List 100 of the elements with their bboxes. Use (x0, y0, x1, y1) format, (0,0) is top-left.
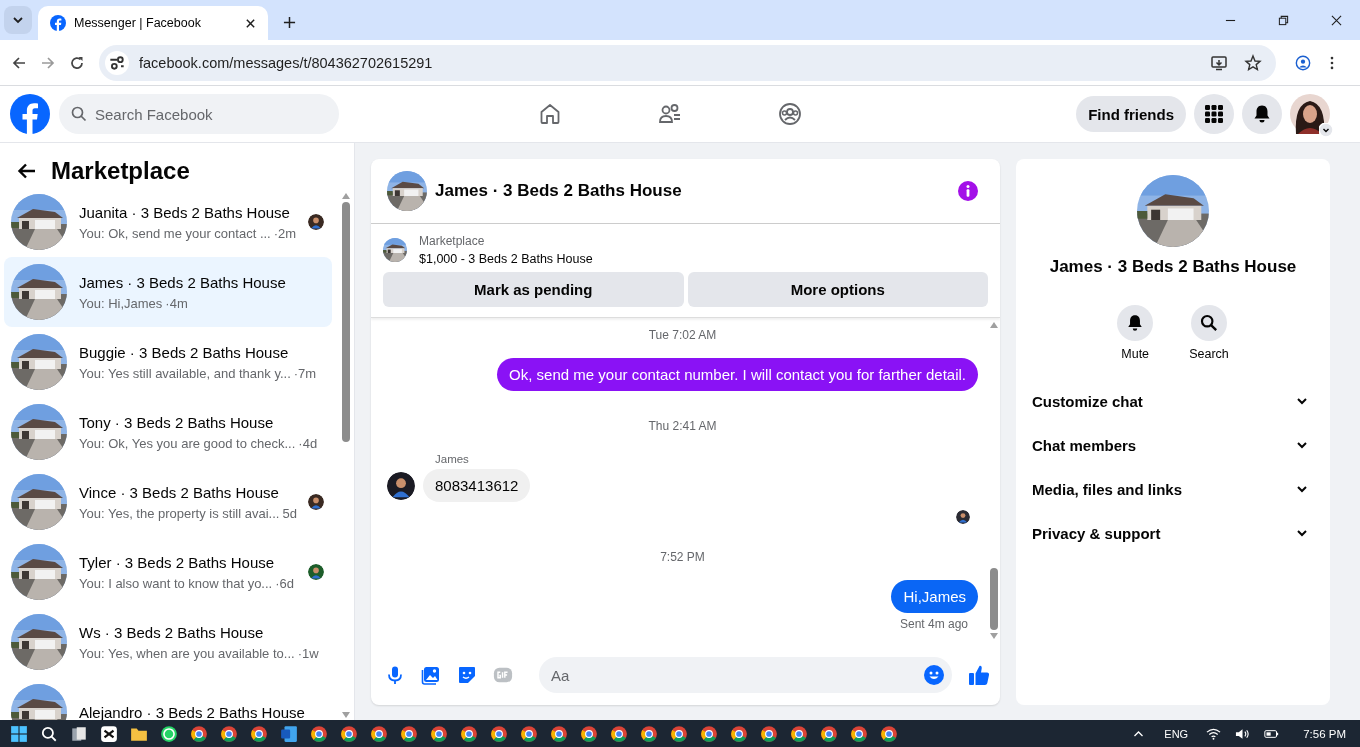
message-time: ·1w (297, 645, 319, 661)
facebook-logo-icon[interactable] (10, 94, 50, 134)
browser-icon[interactable] (700, 724, 718, 743)
browser-icon[interactable] (610, 724, 628, 743)
install-app-icon[interactable] (1210, 53, 1228, 72)
conversation-item[interactable]: Vince · 3 Beds 2 Baths House You: Yes, the property is still avai... 5d (4, 467, 332, 537)
scroll-up-icon[interactable] (342, 193, 350, 199)
conversation-item[interactable]: Ws · 3 Beds 2 Baths House You: Yes, when are you available to... ·1w (4, 607, 332, 677)
groups-icon[interactable] (778, 102, 802, 126)
star-icon[interactable] (1244, 53, 1262, 72)
close-icon[interactable] (1331, 15, 1342, 26)
conversation-name: Ws · 3 Beds 2 Baths House (79, 623, 265, 641)
caret-icon[interactable] (1319, 123, 1333, 137)
photo-icon[interactable] (421, 665, 441, 685)
browser-icon[interactable] (550, 724, 568, 743)
section-header[interactable]: Chat members (1024, 423, 1322, 467)
message-time: ·6d (275, 575, 294, 591)
reload-icon[interactable] (69, 54, 85, 71)
conversation-item[interactable]: Tyler · 3 Beds 2 Baths House You: I also want to know that yo... ·6d (4, 537, 332, 607)
search-button[interactable] (1191, 305, 1227, 341)
document-app-icon[interactable] (280, 724, 298, 743)
sticker-icon[interactable] (457, 665, 477, 685)
section-header[interactable]: Media, files and links (1024, 467, 1322, 511)
conversation-item[interactable]: Buggie · 3 Beds 2 Baths House You: Yes still available, and thank y... ·7m (4, 327, 332, 397)
new-tab-icon[interactable] (283, 16, 296, 29)
forward-icon[interactable] (40, 54, 56, 71)
browser-icon[interactable] (310, 724, 328, 743)
mute-button[interactable] (1117, 305, 1154, 341)
back-icon[interactable] (11, 54, 27, 71)
conversation-name: James · 3 Beds 2 Baths House (79, 273, 287, 291)
info-icon[interactable] (958, 181, 978, 201)
browser-icon[interactable] (790, 724, 808, 743)
windows-start-icon[interactable] (10, 724, 28, 743)
app-icon[interactable] (100, 724, 118, 743)
profile-icon[interactable] (1295, 54, 1311, 71)
language-indicator[interactable]: ENG (1164, 727, 1189, 740)
action-label: Mute (1121, 347, 1150, 361)
sidebar-title: Marketplace (51, 157, 190, 185)
browser-icon[interactable] (190, 724, 208, 743)
browser-icon[interactable] (340, 724, 358, 743)
wifi-icon[interactable] (1206, 727, 1222, 740)
browser-icon[interactable] (820, 724, 838, 743)
friends-icon[interactable] (658, 102, 682, 126)
conversation-item[interactable]: Juanita · 3 Beds 2 Baths House You: Ok, send me your contact ... ·2m (4, 187, 332, 257)
menu-button[interactable] (1194, 94, 1234, 134)
scrollbar-thumb[interactable] (342, 202, 350, 442)
browser-icon[interactable] (670, 724, 688, 743)
notifications-button[interactable] (1242, 94, 1282, 134)
back-arrow-icon[interactable] (17, 161, 37, 181)
emoji-icon[interactable] (924, 665, 944, 685)
microphone-icon[interactable] (385, 665, 405, 685)
find-friends-button[interactable]: Find friends (1076, 96, 1186, 132)
message-time: ·4m (165, 295, 188, 311)
message-time: ·2m (273, 225, 297, 241)
listing-action-button[interactable]: More options (687, 272, 988, 307)
task-view-icon[interactable] (70, 724, 88, 743)
section-header[interactable]: Privacy & support (1024, 511, 1322, 555)
browser-icon[interactable] (250, 724, 268, 743)
search-icon[interactable] (40, 724, 58, 743)
search-field[interactable]: Search Facebook (59, 94, 339, 134)
restore-icon[interactable] (1278, 15, 1289, 26)
conversation-title: James · 3 Beds 2 Baths House (1049, 257, 1297, 277)
message-field[interactable]: Aa (539, 657, 952, 693)
grid-icon (1204, 104, 1224, 124)
browser-icon[interactable] (430, 724, 448, 743)
conversation-name: Tyler · 3 Beds 2 Baths House (79, 553, 276, 571)
conversation-item[interactable]: Tony · 3 Beds 2 Baths House You: Ok, Yes you are good to check... ·4d (4, 397, 332, 467)
close-icon[interactable] (245, 17, 256, 29)
listing-action-button[interactable]: Mark as pending (383, 272, 684, 307)
browser-icon[interactable] (220, 724, 238, 743)
home-icon[interactable] (538, 102, 562, 126)
tab-title: Messenger | Facebook (74, 16, 202, 30)
browser-icon[interactable] (850, 724, 868, 743)
browser-icon[interactable] (880, 724, 898, 743)
scroll-up-icon[interactable] (990, 322, 998, 328)
browser-icon[interactable] (760, 724, 778, 743)
facebook-logo-icon (50, 15, 66, 31)
clock[interactable]: 7:56 PM (1303, 727, 1346, 740)
speaker-icon[interactable] (1235, 727, 1251, 740)
browser-icon[interactable] (460, 724, 478, 743)
thumbs-up-icon[interactable] (968, 664, 990, 686)
address-field[interactable]: facebook.com/messages/t/804362702615291 (99, 44, 1276, 81)
battery-icon[interactable] (1264, 727, 1280, 740)
timestamp: 7:52 PM (660, 550, 705, 564)
browser-icon[interactable] (580, 724, 598, 743)
browser-icon[interactable] (520, 724, 538, 743)
scrollbar-thumb[interactable] (990, 568, 998, 630)
browser-tab[interactable]: Messenger | Facebook (38, 6, 268, 40)
scroll-down-icon[interactable] (990, 633, 998, 639)
browser-icon[interactable] (640, 724, 658, 743)
section-header[interactable]: Customize chat (1024, 379, 1322, 423)
tab-list-button[interactable] (4, 6, 32, 34)
scroll-down-icon[interactable] (342, 712, 350, 718)
browser-icon[interactable] (370, 724, 388, 743)
chat-app-icon[interactable] (160, 724, 178, 743)
browser-icon[interactable] (400, 724, 418, 743)
conversation-item[interactable]: James · 3 Beds 2 Baths House You: Hi,James ·4m (4, 257, 332, 327)
browser-icon[interactable] (490, 724, 508, 743)
site-settings-icon[interactable] (105, 50, 129, 75)
browser-icon[interactable] (730, 724, 748, 743)
